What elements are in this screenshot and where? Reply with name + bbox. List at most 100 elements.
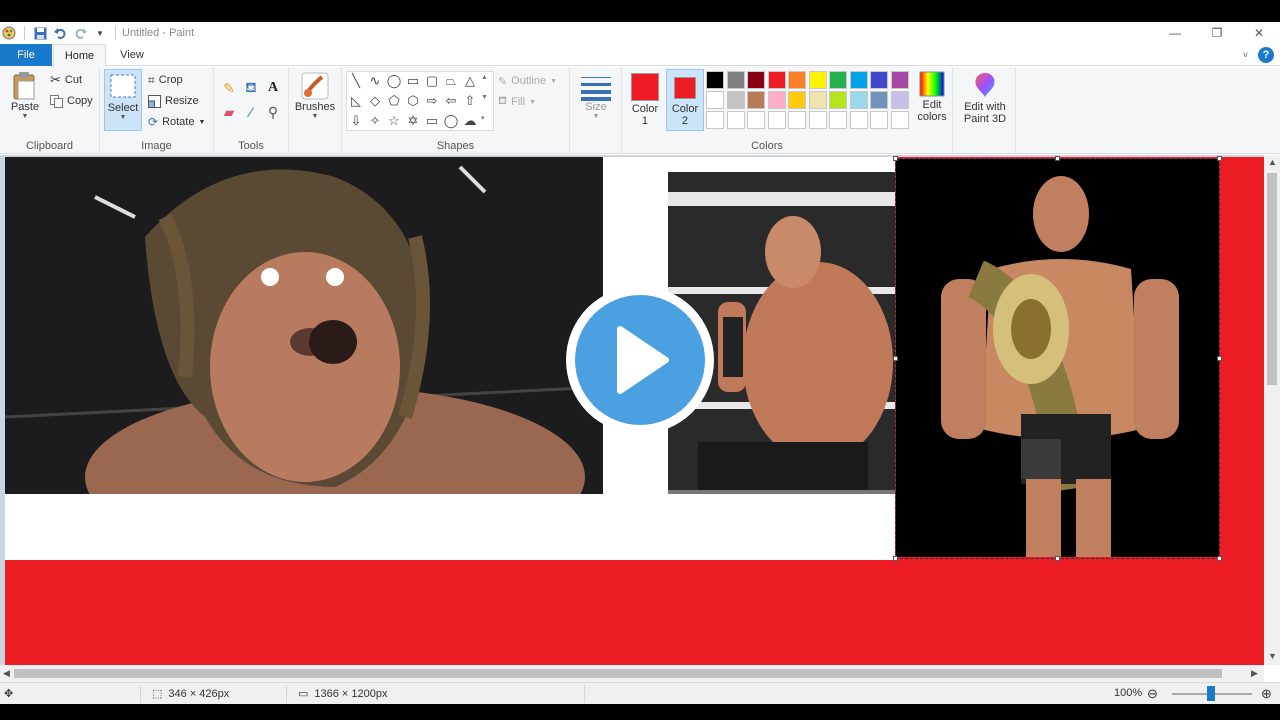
magnifier-icon[interactable]: ⚲ [264, 103, 282, 121]
hexagon-shape-icon[interactable]: ⬡ [404, 92, 422, 110]
brushes-button[interactable]: Brushes ▼ [293, 71, 337, 120]
zoom-in-icon[interactable]: ⊕ [1261, 686, 1272, 702]
down-arrow-shape-icon[interactable]: ⇩ [347, 112, 365, 130]
palette-swatch[interactable] [849, 91, 868, 109]
tab-view[interactable]: View [108, 44, 156, 66]
text-tool-icon[interactable]: A [264, 79, 282, 97]
tab-home[interactable]: Home [53, 44, 106, 67]
color1-button[interactable]: Color 1 [626, 69, 664, 131]
palette-swatch[interactable] [788, 91, 806, 109]
palette-swatch[interactable] [890, 71, 909, 89]
palette-swatch[interactable] [767, 71, 786, 89]
rotate-button[interactable]: ⟳ Rotate ▼ [148, 113, 205, 131]
zoom-slider-thumb[interactable] [1207, 686, 1215, 701]
cloud-callout-shape-icon[interactable]: ☁ [461, 112, 479, 130]
maximize-button[interactable]: ❐ [1196, 22, 1238, 44]
fill-button[interactable]: ⛾ Fill ▼ [498, 93, 536, 111]
palette-swatch[interactable] [747, 91, 765, 109]
up-arrow-shape-icon[interactable]: ⇧ [461, 92, 479, 110]
palette-swatch[interactable] [870, 111, 888, 129]
scroll-left-icon[interactable]: ◀ [3, 668, 10, 679]
rect-callout-shape-icon[interactable]: ▭ [423, 112, 441, 130]
palette-swatch[interactable] [829, 91, 847, 109]
polygon-shape-icon[interactable]: ⏢ [442, 72, 460, 90]
help-icon[interactable]: ? [1258, 47, 1274, 63]
palette-swatch[interactable] [706, 91, 724, 109]
color2-button[interactable]: Color 2 [666, 69, 704, 131]
palette-swatch[interactable] [849, 71, 868, 89]
palette-swatch[interactable] [808, 91, 827, 109]
shapes-scroll-up-icon[interactable]: ▲ [481, 74, 488, 81]
select-button[interactable]: Select ▼ [104, 69, 142, 131]
diamond-shape-icon[interactable]: ◇ [366, 92, 384, 110]
minimize-button[interactable]: — [1154, 22, 1196, 44]
edit-paint3d-button[interactable]: Edit with Paint 3D [957, 71, 1013, 125]
save-icon[interactable] [33, 26, 47, 40]
palette-swatch[interactable] [747, 111, 765, 129]
palette-swatch[interactable] [808, 111, 827, 129]
scroll-up-icon[interactable]: ▲ [1268, 157, 1277, 167]
palette-swatch[interactable] [788, 71, 806, 89]
selection-handle-s[interactable] [1055, 556, 1060, 561]
edit-colors-button[interactable]: Edit colors [912, 71, 952, 123]
triangle-shape-icon[interactable]: △ [461, 72, 479, 90]
color-picker-icon[interactable]: ⁄ [242, 103, 260, 121]
cut-button[interactable]: ✂ Cut [50, 71, 82, 89]
palette-swatch[interactable] [767, 91, 786, 109]
palette-swatch[interactable] [726, 91, 745, 109]
rounded-rectangle-shape-icon[interactable]: ▢ [423, 72, 441, 90]
palette-swatch[interactable] [849, 111, 868, 129]
palette-swatch[interactable] [706, 111, 724, 129]
selection-handle-se[interactable] [1217, 556, 1222, 561]
six-point-star-shape-icon[interactable]: ✡ [404, 112, 422, 130]
four-point-star-shape-icon[interactable]: ✧ [366, 112, 384, 130]
palette-swatch[interactable] [829, 71, 847, 89]
customize-qat-icon[interactable]: ▼ [93, 26, 107, 40]
selection-handle-w[interactable] [893, 356, 898, 361]
five-point-star-shape-icon[interactable]: ☆ [385, 112, 403, 130]
line-shape-icon[interactable]: ╲ [347, 72, 365, 90]
left-arrow-shape-icon[interactable]: ⇦ [442, 92, 460, 110]
redo-icon[interactable] [73, 26, 87, 40]
fill-bucket-icon[interactable]: ⛾ [242, 79, 260, 97]
tab-file[interactable]: File [0, 44, 52, 66]
right-triangle-shape-icon[interactable]: ◺ [347, 92, 365, 110]
paste-button[interactable]: Paste ▼ [6, 71, 44, 120]
selection-handle-n[interactable] [1055, 156, 1060, 161]
selection-handle-ne[interactable] [1217, 156, 1222, 161]
crop-button[interactable]: ⌗ Crop [148, 71, 183, 89]
oval-callout-shape-icon[interactable]: ◯ [442, 112, 460, 130]
selection-rectangle[interactable] [895, 158, 1220, 559]
eraser-icon[interactable]: ▰ [220, 103, 238, 121]
outline-button[interactable]: ✎ Outline ▼ [498, 72, 557, 90]
palette-swatch[interactable] [870, 71, 888, 89]
scroll-down-icon[interactable]: ▼ [1268, 651, 1277, 661]
undo-icon[interactable] [53, 26, 67, 40]
palette-swatch[interactable] [726, 111, 745, 129]
zoom-out-icon[interactable]: ⊖ [1147, 686, 1158, 702]
horizontal-scroll-thumb[interactable] [14, 669, 1222, 678]
vertical-scrollbar[interactable]: ▲ ▼ [1264, 155, 1280, 665]
copy-button[interactable]: Copy [50, 92, 93, 110]
palette-swatch[interactable] [788, 111, 806, 129]
pentagon-shape-icon[interactable]: ⬠ [385, 92, 403, 110]
close-button[interactable]: ✕ [1238, 22, 1280, 44]
shapes-expand-icon[interactable]: ▾ [481, 114, 485, 122]
selection-handle-sw[interactable] [893, 556, 898, 561]
palette-swatch[interactable] [706, 71, 724, 89]
oval-shape-icon[interactable]: ◯ [385, 72, 403, 90]
palette-swatch[interactable] [808, 71, 827, 89]
palette-swatch[interactable] [726, 71, 745, 89]
vertical-scroll-thumb[interactable] [1267, 173, 1277, 385]
selection-handle-e[interactable] [1217, 356, 1222, 361]
horizontal-scrollbar[interactable]: ◀ ▶ [0, 665, 1264, 682]
right-arrow-shape-icon[interactable]: ⇨ [423, 92, 441, 110]
size-button[interactable]: Size ▼ [576, 73, 616, 120]
palette-swatch[interactable] [890, 111, 909, 129]
curve-shape-icon[interactable]: ∿ [366, 72, 384, 90]
palette-swatch[interactable] [829, 111, 847, 129]
ribbon-collapse-icon[interactable]: ˅ [1243, 50, 1248, 60]
select-dropdown-icon[interactable]: ▼ [120, 114, 127, 121]
paint-app-icon[interactable] [2, 26, 16, 40]
rectangle-shape-icon[interactable]: ▭ [404, 72, 422, 90]
